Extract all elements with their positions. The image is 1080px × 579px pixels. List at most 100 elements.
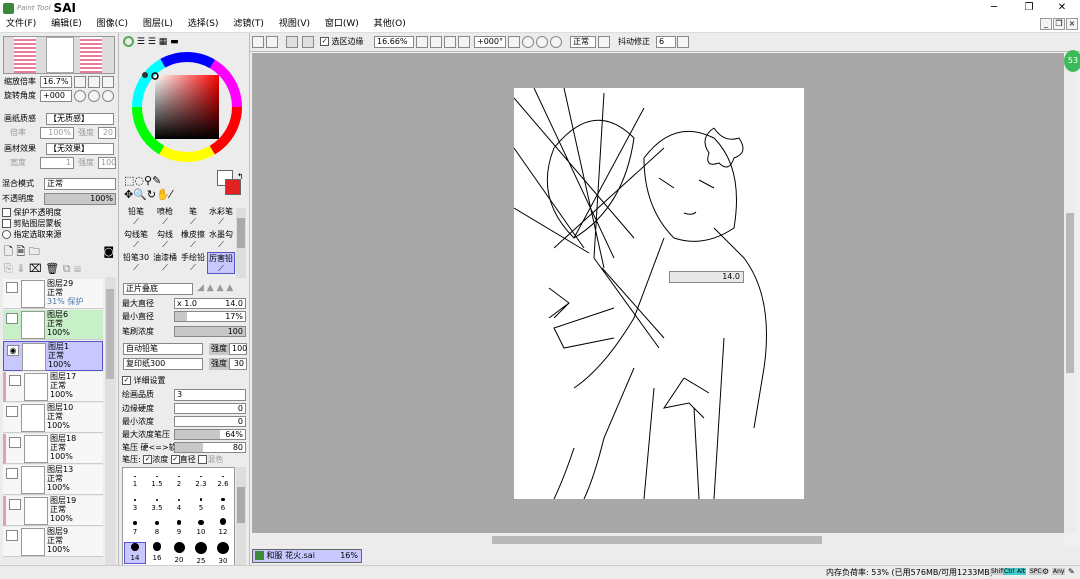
layer-item[interactable]: 图层19 正常 100% bbox=[3, 496, 103, 526]
brush-size-cell[interactable]: 9 bbox=[168, 518, 190, 540]
doc-close-button[interactable]: × bbox=[1066, 18, 1078, 30]
brush-shape-select[interactable]: 自动铅笔 bbox=[123, 343, 203, 355]
maximize-button[interactable]: ❐ bbox=[1015, 0, 1043, 16]
copy-layer-icon[interactable]: ⎘ bbox=[4, 262, 13, 275]
effect-width-field[interactable]: 1 bbox=[40, 157, 74, 169]
brush-size-cell[interactable]: 2 bbox=[168, 470, 190, 492]
zoom-tool-icon[interactable]: 🔍 bbox=[133, 188, 147, 201]
visibility-toggle[interactable] bbox=[6, 282, 18, 293]
pen-icon[interactable]: ✎ bbox=[1068, 567, 1075, 576]
eyedropper-icon[interactable]: ⁄ bbox=[170, 188, 172, 201]
pressure-slider[interactable]: 80 bbox=[174, 442, 246, 453]
brush-size-cell[interactable]: 25 bbox=[190, 542, 212, 565]
rotate-left-button[interactable] bbox=[74, 90, 86, 102]
menu-other[interactable]: 其他(O) bbox=[368, 16, 412, 33]
undo-button[interactable] bbox=[252, 36, 264, 48]
rotate-right-button[interactable] bbox=[88, 90, 100, 102]
menu-file[interactable]: 文件(F) bbox=[0, 16, 42, 33]
hardness-slider[interactable]: 0 bbox=[174, 403, 246, 414]
zoom-in-button[interactable] bbox=[88, 76, 100, 88]
brush-pencil30[interactable]: 铅笔30 ⟋ bbox=[122, 252, 150, 274]
menu-layer[interactable]: 图层(L) bbox=[137, 16, 179, 33]
invert-select-button[interactable] bbox=[302, 36, 314, 48]
layer-item[interactable]: 图层17 正常 100% bbox=[3, 372, 103, 402]
menu-filter[interactable]: 滤镜(T) bbox=[227, 16, 270, 33]
max-pressure-slider[interactable]: 64% bbox=[174, 429, 246, 440]
min-size-slider[interactable]: 17% bbox=[174, 311, 246, 322]
menu-select[interactable]: 选择(S) bbox=[182, 16, 225, 33]
brush-size-cell[interactable]: 30 bbox=[212, 542, 234, 565]
layer-item[interactable]: 图层13 正常 100% bbox=[3, 465, 103, 495]
opacity-slider[interactable]: 100% bbox=[44, 193, 116, 205]
brush-paint-bucket[interactable]: 油漆桶 ⟋ bbox=[151, 252, 179, 274]
doc-minimize-button[interactable]: _ bbox=[1040, 18, 1052, 30]
brush-size-cell[interactable]: 16 bbox=[146, 542, 168, 564]
brush-size-cell[interactable]: 2.6 bbox=[212, 470, 234, 492]
pressure-blend-checkbox[interactable] bbox=[198, 455, 208, 464]
toolbar-rotate-right[interactable] bbox=[536, 36, 548, 48]
doc-restore-button[interactable]: ❐ bbox=[1053, 18, 1065, 30]
redo-button[interactable] bbox=[266, 36, 278, 48]
selection-edge-toggle[interactable]: ✓ 选区边缘 bbox=[320, 36, 364, 48]
brush-size-cell[interactable]: 3 bbox=[124, 494, 146, 516]
brush-shape-icons[interactable]: ◢ ▲ ▲ ▲ bbox=[197, 283, 233, 293]
swap-colors-icon[interactable]: ↰ bbox=[237, 172, 244, 181]
brush-hand-pencil[interactable]: 手绘铅 ⟋ bbox=[179, 252, 207, 274]
merge-down-icon[interactable]: ⇓ bbox=[16, 262, 25, 275]
navigator-preview[interactable] bbox=[3, 36, 115, 74]
rgb-slider-tab-icon[interactable]: ☰ bbox=[137, 37, 145, 47]
zoom-field[interactable]: 16.7% bbox=[40, 76, 72, 88]
deselect-button[interactable] bbox=[286, 36, 298, 48]
layer-item[interactable]: 图层6 正常 100% bbox=[3, 310, 103, 340]
flip-view-button[interactable] bbox=[598, 36, 610, 48]
layer-item[interactable]: 图层10 正常 100% bbox=[3, 403, 103, 433]
scratchpad-tab-icon[interactable]: ▬ bbox=[170, 37, 179, 47]
toolbar-zoom-out[interactable] bbox=[430, 36, 442, 48]
settings-icon[interactable]: ⚙ bbox=[1042, 567, 1049, 576]
paper-effect-select[interactable]: 【无效果】 bbox=[46, 143, 114, 155]
canvas-hscroll[interactable] bbox=[252, 534, 1064, 546]
brush-watercolor[interactable]: 水彩笔 ⟋ bbox=[207, 206, 235, 228]
menu-edit[interactable]: 编辑(E) bbox=[45, 16, 88, 33]
brush-size-cell[interactable]: 5 bbox=[190, 494, 212, 516]
texture-strength-field[interactable]: 30 bbox=[229, 358, 247, 370]
layer-item[interactable]: 图层18 正常 100% bbox=[3, 434, 103, 464]
move-icon[interactable]: ✥ bbox=[124, 188, 133, 201]
brush-size-cell[interactable]: 8 bbox=[146, 518, 168, 540]
brush-size-cell[interactable]: 1.5 bbox=[146, 470, 168, 492]
swatches-tab-icon[interactable]: ▦ bbox=[159, 37, 168, 47]
delete-layer-icon[interactable]: 🗑 bbox=[45, 262, 59, 275]
brush-airbrush[interactable]: 喷枪 ⟋ bbox=[151, 206, 179, 228]
brush-mode-select[interactable]: 正片叠底 bbox=[123, 283, 193, 295]
layer-list-scrollbar[interactable] bbox=[105, 277, 116, 567]
brush-lineart[interactable]: 勾线 ⟋ bbox=[151, 229, 179, 251]
zoom-select-arrow[interactable] bbox=[416, 36, 428, 48]
visibility-toggle[interactable] bbox=[6, 313, 18, 324]
layer-item[interactable]: 图层9 正常 100% bbox=[3, 527, 103, 557]
brush-size-cell[interactable]: 4 bbox=[168, 494, 190, 516]
brush-size-cell[interactable]: 14 bbox=[124, 542, 146, 564]
stabilizer-arrow[interactable] bbox=[677, 36, 689, 48]
brush-texture-select[interactable]: 复印纸300 bbox=[123, 358, 203, 370]
minimize-button[interactable]: ─ bbox=[980, 0, 1008, 16]
brush-eraser[interactable]: 橡皮擦 ⟋ bbox=[179, 229, 207, 251]
visibility-toggle[interactable]: ◉ bbox=[7, 345, 19, 356]
detail-settings-toggle[interactable]: ✓ 详细设置 bbox=[122, 375, 166, 387]
new-layer-icon[interactable]: 🗋 bbox=[4, 245, 13, 258]
menu-window[interactable]: 窗口(W) bbox=[319, 16, 365, 33]
rotation-field[interactable]: +000 bbox=[40, 90, 72, 102]
brush-pen[interactable]: 笔 ⟋ bbox=[179, 206, 207, 228]
color-wheel[interactable] bbox=[131, 51, 243, 163]
toolbar-zoom-in[interactable] bbox=[444, 36, 456, 48]
layer-item-selected[interactable]: ◉ 图层1 正常 100% bbox=[3, 341, 103, 371]
close-button[interactable]: ✕ bbox=[1048, 0, 1076, 16]
new-raster-layer-icon[interactable]: 🗎 bbox=[16, 245, 25, 258]
stabilizer-select[interactable]: 6 bbox=[656, 36, 676, 48]
brush-pencil[interactable]: 铅笔 ⟋ bbox=[122, 206, 150, 228]
rotate-tool-icon[interactable]: ↻ bbox=[147, 188, 156, 201]
drawing-canvas[interactable]: 14.0 bbox=[513, 87, 804, 500]
size-grid-scrollbar[interactable] bbox=[236, 467, 246, 567]
rect-select-icon[interactable]: ⬚ bbox=[124, 174, 134, 187]
visibility-toggle[interactable] bbox=[6, 406, 18, 417]
brush-size-cell[interactable]: 2.3 bbox=[190, 470, 212, 492]
